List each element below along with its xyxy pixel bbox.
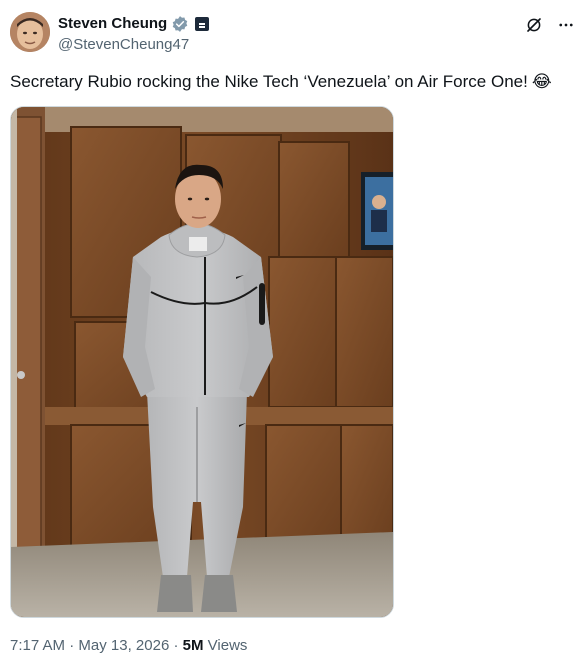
tweet-photo[interactable] (10, 106, 394, 618)
tweet-meta: 7:17 AM · May 13, 2026 · 5M Views (10, 636, 247, 656)
author-block: Steven Cheung @StevenCheung47 (58, 14, 210, 55)
laughing-emoji: 😂 (531, 72, 552, 91)
tweet-card: Steven Cheung @StevenCheung47 Secretary … (0, 0, 585, 661)
tweet-date[interactable]: May 13, 2026 (78, 637, 169, 654)
tweet-text: Secretary Rubio rocking the Nike Tech ‘V… (10, 70, 575, 94)
meta-separator: · (173, 637, 179, 654)
tweet-time[interactable]: 7:17 AM (10, 637, 65, 654)
more-options-icon[interactable] (555, 14, 577, 36)
top-actions (523, 14, 577, 36)
government-badge-icon[interactable] (195, 17, 210, 31)
handle[interactable]: @StevenCheung47 (58, 35, 209, 55)
verified-badge-icon[interactable] (171, 15, 189, 33)
display-name[interactable]: Steven Cheung (58, 14, 167, 34)
meta-separator: · (69, 637, 75, 654)
views-count: 5M (182, 637, 204, 654)
views-label: Views (207, 637, 248, 654)
name-row: Steven Cheung (58, 14, 210, 34)
tweet-body: Secretary Rubio rocking the Nike Tech ‘V… (10, 72, 528, 91)
avatar[interactable] (10, 12, 50, 52)
grok-icon[interactable] (523, 14, 545, 36)
